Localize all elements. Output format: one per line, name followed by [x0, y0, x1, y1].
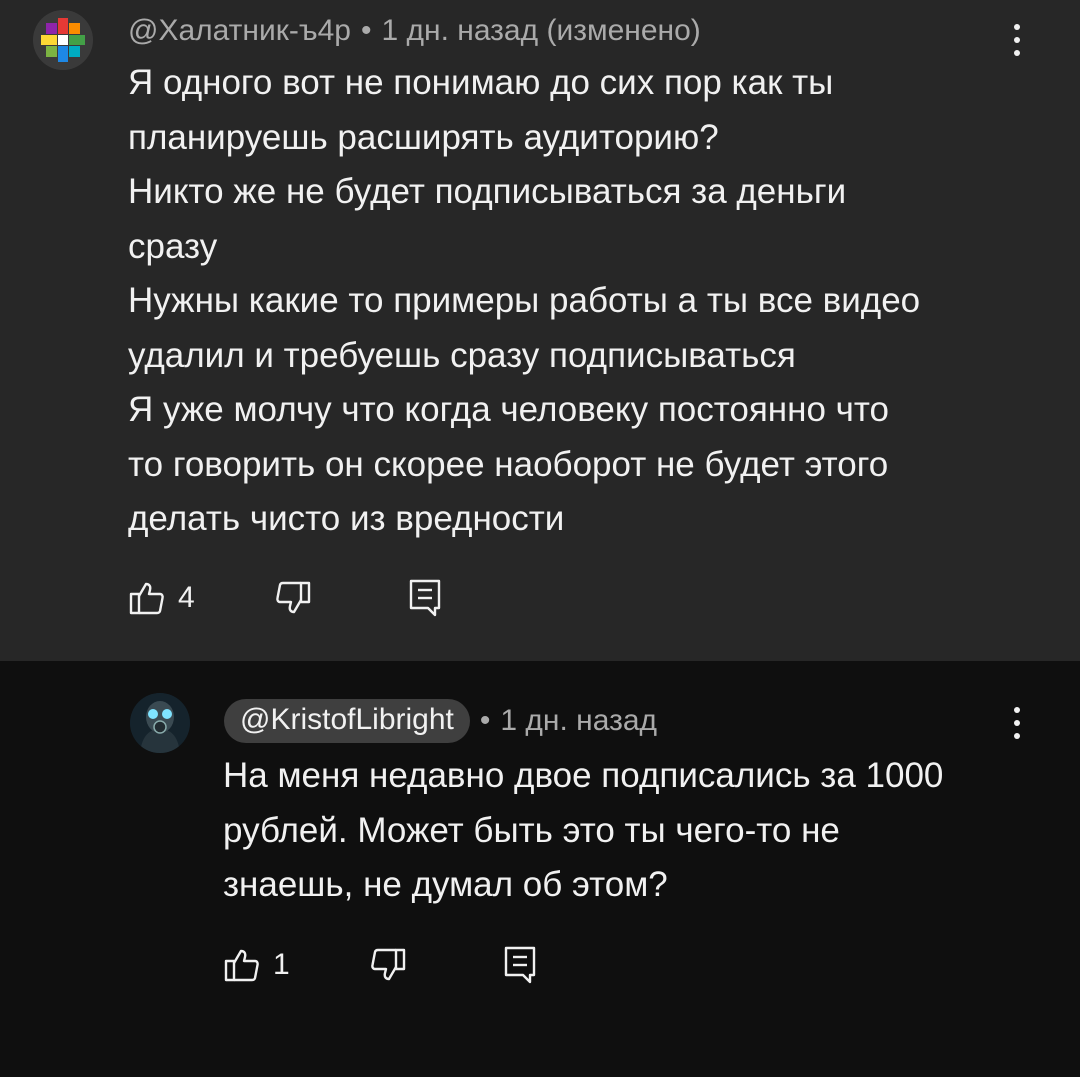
like-button[interactable]: 1	[223, 946, 369, 984]
gasmask-avatar-icon[interactable]	[130, 693, 190, 753]
reply-comment-icon	[504, 946, 536, 984]
meta-separator: •	[479, 704, 491, 737]
thumb-down-icon	[276, 581, 311, 614]
comment-actions: 1	[223, 945, 537, 985]
meta-separator: •	[360, 14, 372, 47]
dislike-button[interactable]	[369, 946, 503, 984]
like-count: 4	[178, 581, 195, 614]
comment-text: Я одного вот не понимаю до сих пор как т…	[128, 63, 921, 538]
colorful-star-avatar-icon[interactable]	[33, 10, 93, 70]
timestamp: 1 дн. назад	[500, 704, 658, 737]
thumb-down-icon	[371, 948, 406, 981]
comment-item: @Халатник-ъ4р • 1 дн. назад (изменено) Я…	[0, 0, 1080, 661]
comment-meta: @KristofLibright • 1 дн. назад	[224, 699, 657, 743]
reply-button[interactable]	[408, 578, 442, 618]
author-handle[interactable]: @Халатник-ъ4р	[128, 14, 351, 48]
author-handle[interactable]: @KristofLibright	[224, 699, 470, 743]
like-button[interactable]: 4	[128, 579, 274, 617]
more-vertical-icon[interactable]	[1002, 701, 1032, 745]
comment-actions: 4	[128, 578, 442, 618]
comment-text: На меня недавно двое подписались за 1000…	[223, 756, 944, 904]
reply-item: @KristofLibright • 1 дн. назад На меня н…	[0, 661, 1080, 1077]
reply-button[interactable]	[503, 945, 537, 985]
thumb-up-icon	[129, 582, 164, 615]
like-count: 1	[273, 948, 290, 981]
timestamp: 1 дн. назад (изменено)	[381, 14, 701, 47]
thumb-up-icon	[224, 949, 259, 982]
comment-meta: @Халатник-ъ4р • 1 дн. назад (изменено)	[128, 14, 701, 48]
dislike-button[interactable]	[274, 579, 408, 617]
reply-comment-icon	[409, 579, 441, 617]
